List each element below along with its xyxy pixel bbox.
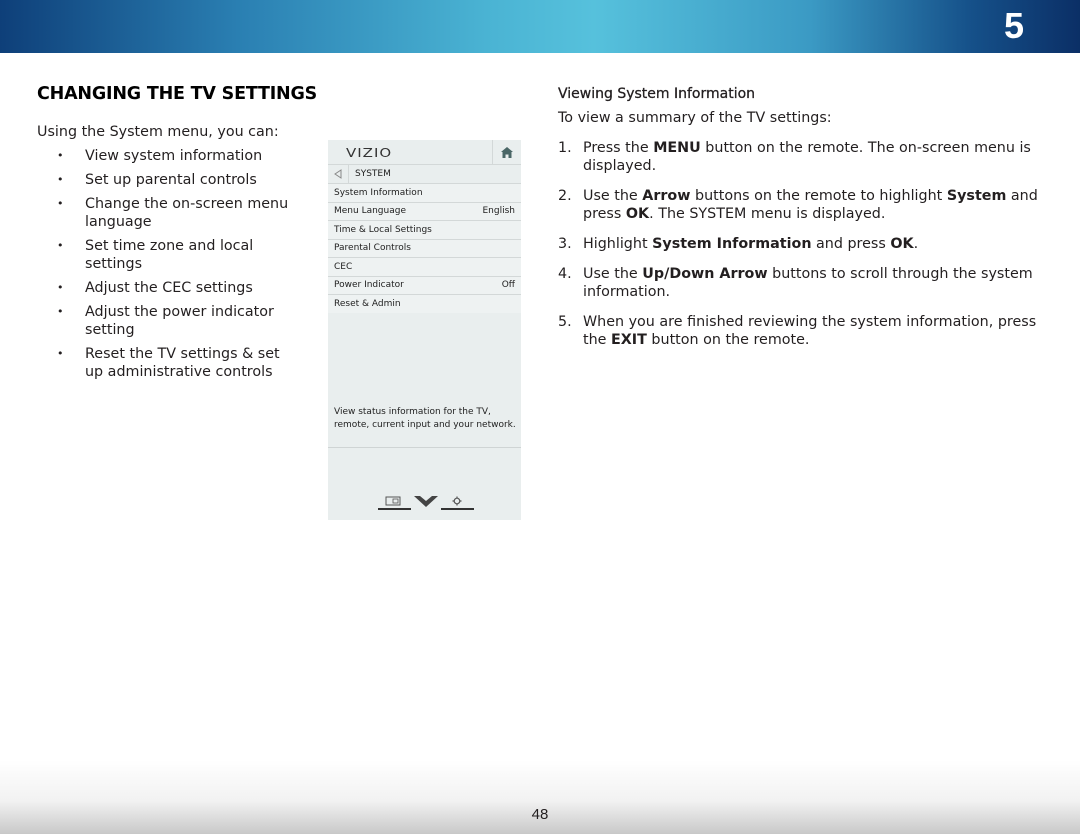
list-item: • Change the on-screen menu language — [57, 196, 289, 230]
section-title: CHANGING THE TV SETTINGS — [37, 84, 318, 104]
power-indicator-value: Off — [501, 280, 515, 291]
tv-system-menu: VIZIO SYSTEM System Information Menu Lan… — [328, 140, 521, 520]
back-arrow-icon — [334, 169, 342, 179]
list-item: • Set up parental controls — [57, 172, 257, 188]
chapter-banner: 5 — [0, 0, 1080, 53]
menu-item-menu-language[interactable]: Menu Language English — [328, 202, 521, 221]
home-button[interactable] — [492, 140, 521, 164]
list-item: • Set time zone and local settings — [57, 238, 254, 272]
step-item: 5. When you are finished reviewing the sy… — [558, 314, 1037, 348]
vizio-logo: VIZIO — [346, 145, 393, 161]
list-item: • View system information — [57, 148, 263, 164]
back-button[interactable] — [328, 165, 349, 183]
tv-menu-header: VIZIO — [328, 140, 521, 165]
v-icon[interactable] — [414, 496, 438, 507]
list-item: • Adjust the power indicator setting — [57, 304, 274, 338]
menu-item-cec[interactable]: CEC — [328, 258, 521, 277]
intro-text: Using the System menu, you can: — [37, 124, 279, 140]
capabilities-list: • View system information • Set up parenta… — [57, 147, 297, 387]
lead-text: To view a summary of the TV settings: — [558, 110, 832, 126]
step-item: 1. Press the MENU button on the remote. T… — [558, 140, 1031, 174]
menu-item-power-indicator[interactable]: Power Indicator Off — [328, 276, 521, 295]
menu-language-value: English — [482, 206, 516, 217]
menu-item-description: View status information for the TV, remo… — [334, 407, 516, 430]
subsection-title: Viewing System Information — [558, 86, 756, 102]
step-item: 4. Use the Up/Down Arrow buttons to scrol… — [558, 266, 1033, 300]
menu-item-system-information[interactable]: System Information — [328, 184, 521, 203]
list-item: • Reset the TV settings & set up administ… — [57, 346, 280, 380]
list-item: • Adjust the CEC settings — [57, 280, 253, 296]
breadcrumb: SYSTEM — [328, 165, 521, 184]
home-icon — [501, 146, 513, 158]
tv-menu-bottom-bar — [378, 496, 474, 510]
divider — [328, 447, 521, 448]
wide-icon[interactable] — [378, 496, 411, 510]
breadcrumb-label: SYSTEM — [355, 169, 391, 179]
menu-item-time-local-settings[interactable]: Time & Local Settings — [328, 221, 521, 240]
chapter-number: 5 — [1003, 5, 1024, 46]
step-item: 2. Use the Arrow buttons on the remote to… — [558, 188, 1038, 222]
gear-icon[interactable] — [441, 496, 474, 510]
menu-item-parental-controls[interactable]: Parental Controls — [328, 239, 521, 258]
page-number: 48 — [531, 806, 549, 823]
menu-item-reset-admin[interactable]: Reset & Admin — [328, 295, 521, 313]
steps-list: 1. Press the MENU button on the remote. T… — [558, 139, 1048, 361]
step-item: 3. Highlight System Information and press… — [558, 236, 919, 252]
